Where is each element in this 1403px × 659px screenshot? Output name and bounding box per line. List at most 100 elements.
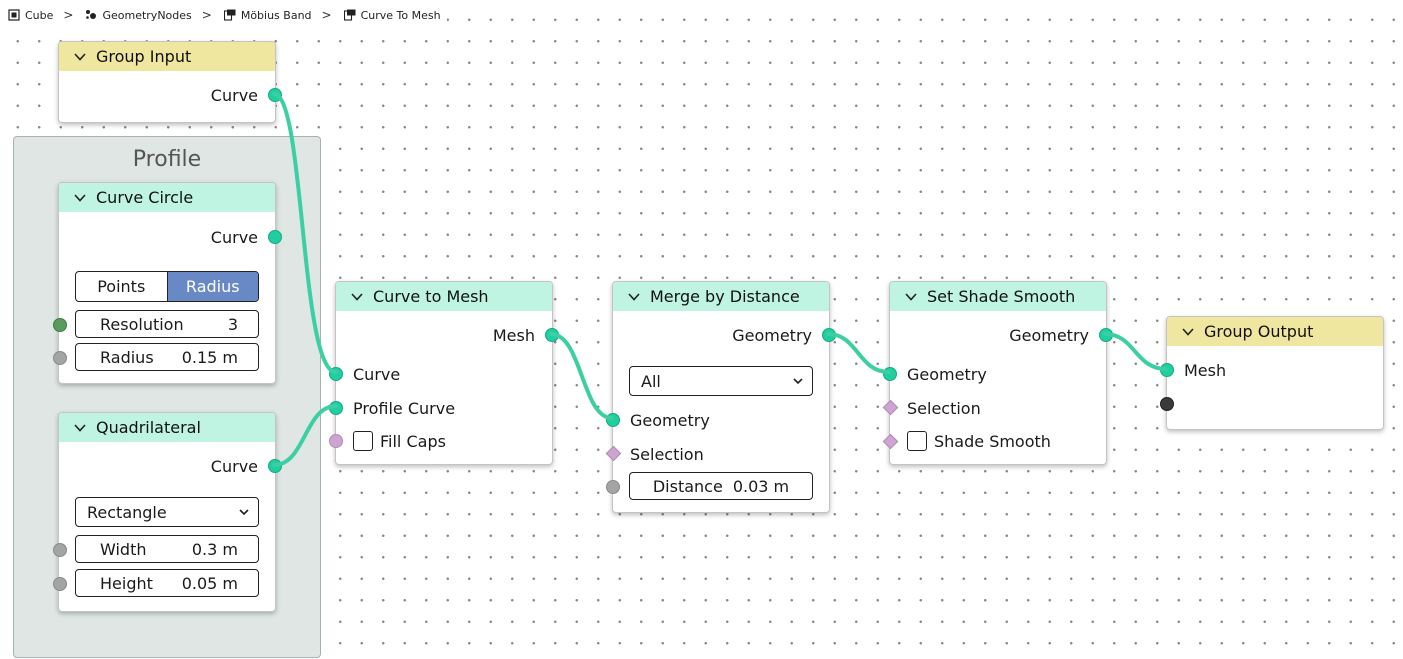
breadcrumb-item-modifier[interactable]: GeometryNodes — [85, 8, 192, 22]
breadcrumb-item-node-group[interactable]: Möbius Band — [223, 8, 312, 22]
chevron-down-icon — [239, 509, 249, 516]
height-field[interactable]: Height 0.05 m — [75, 569, 259, 597]
input-socket-width[interactable] — [53, 543, 67, 557]
field-label: Resolution — [100, 314, 184, 334]
output-socket-geometry[interactable] — [1099, 328, 1113, 342]
breadcrumb-item-current[interactable]: Curve To Mesh — [343, 8, 441, 22]
mode-points-button[interactable]: Points — [76, 272, 167, 301]
input-socket-empty[interactable] — [1160, 397, 1174, 411]
node-title: Set Shade Smooth — [927, 287, 1076, 306]
chevron-down-icon[interactable] — [73, 421, 87, 435]
output-socket-curve[interactable] — [268, 88, 282, 102]
node-title: Curve Circle — [96, 188, 194, 207]
socket-label: Geometry — [907, 364, 987, 384]
mode-radius-button[interactable]: Radius — [166, 272, 258, 301]
input-socket-radius[interactable] — [53, 351, 67, 365]
field-value: 0.03 m — [732, 476, 790, 496]
node-header[interactable]: Group Output — [1167, 317, 1383, 346]
chevron-down-icon[interactable] — [350, 290, 364, 304]
node-header[interactable]: Group Input — [59, 42, 275, 71]
chevron-down-icon[interactable] — [1181, 325, 1195, 339]
width-field[interactable]: Width 0.3 m — [75, 535, 259, 563]
node-title: Group Output — [1204, 322, 1314, 341]
fill-caps-checkbox[interactable] — [353, 431, 373, 451]
chevron-down-icon[interactable] — [904, 290, 918, 304]
breadcrumb-label: Möbius Band — [240, 8, 312, 22]
node-title: Group Input — [96, 47, 192, 66]
node-title: Merge by Distance — [650, 287, 800, 306]
field-value: 0.15 m — [181, 347, 238, 367]
field-value: 3 — [227, 314, 238, 334]
input-row: Fill Caps — [336, 428, 552, 454]
link-geometry-to-shade — [826, 332, 891, 374]
node-title: Curve to Mesh — [373, 287, 489, 306]
input-socket-distance[interactable] — [606, 480, 620, 494]
node-header[interactable]: Quadrilateral — [59, 413, 275, 442]
socket-label: Profile Curve — [353, 398, 456, 418]
group-input-node[interactable]: Group Input Curve — [58, 41, 282, 123]
curve-to-mesh-node[interactable]: Curve to Mesh Mesh Curve Profile Curve F… — [329, 281, 559, 465]
chevron-down-icon[interactable] — [73, 191, 87, 205]
node-header[interactable]: Curve Circle — [59, 183, 275, 212]
node-header[interactable]: Merge by Distance — [613, 282, 829, 311]
socket-label: Curve — [210, 456, 258, 476]
shade-smooth-checkbox[interactable] — [907, 431, 927, 451]
mode-dropdown[interactable]: Rectangle — [75, 497, 259, 527]
input-row: Selection — [890, 395, 1106, 421]
field-value: 0.3 m — [191, 539, 238, 559]
group-output-node[interactable]: Group Output Mesh — [1160, 316, 1384, 430]
frame-label: Profile — [132, 147, 202, 172]
set-shade-smooth-node[interactable]: Set Shade Smooth Geometry Geometry Selec… — [882, 281, 1113, 465]
input-row: Geometry — [613, 407, 829, 433]
breadcrumb-label: Curve To Mesh — [360, 8, 441, 22]
output-row: Mesh — [336, 322, 552, 348]
dropdown-value: Rectangle — [87, 502, 167, 522]
curve-circle-node[interactable]: Curve Circle Curve Points Radius Resolut… — [53, 182, 282, 384]
radius-field[interactable]: Radius 0.15 m — [75, 343, 259, 371]
quadrilateral-node[interactable]: Quadrilateral Curve Rectangle Width 0.3 … — [53, 412, 282, 612]
node-header[interactable]: Set Shade Smooth — [890, 282, 1106, 311]
socket-label: Selection — [630, 444, 704, 464]
breadcrumb-label: GeometryNodes — [102, 8, 192, 22]
output-row: Geometry — [613, 322, 829, 348]
socket-label: Geometry — [1009, 325, 1089, 345]
socket-label: Geometry — [630, 410, 710, 430]
input-row: Curve — [336, 361, 552, 387]
socket-label: Shade Smooth — [934, 431, 1051, 451]
chevron-down-icon[interactable] — [627, 290, 641, 304]
chevron-right-icon: > — [201, 8, 212, 22]
socket-label: Mesh — [492, 325, 535, 345]
node-tree-icon — [343, 9, 356, 21]
breadcrumb-item-object[interactable]: Cube — [8, 9, 53, 22]
input-row: Profile Curve — [336, 395, 552, 421]
node-header[interactable]: Curve to Mesh — [336, 282, 552, 311]
input-row: Shade Smooth — [890, 428, 1106, 454]
socket-label: Curve — [353, 364, 401, 384]
input-socket-height[interactable] — [53, 577, 67, 591]
breadcrumb-label: Cube — [25, 8, 54, 22]
output-socket-geometry[interactable] — [822, 328, 836, 342]
breadcrumb: Cube > GeometryNodes > Möbius Band > Cur… — [8, 6, 447, 24]
output-row: Curve — [59, 224, 275, 250]
socket-label: Fill Caps — [380, 431, 446, 451]
socket-label: Curve — [210, 85, 258, 105]
field-label: Radius — [100, 347, 154, 367]
socket-label: Selection — [907, 398, 981, 418]
field-label: Height — [100, 573, 153, 593]
output-socket-curve[interactable] — [268, 459, 282, 473]
link-mesh-to-geometry — [549, 332, 614, 420]
merge-by-distance-node[interactable]: Merge by Distance Geometry All Geometry … — [605, 281, 836, 513]
output-socket-mesh[interactable] — [545, 328, 559, 342]
input-row: Selection — [613, 441, 829, 467]
distance-field[interactable]: Distance 0.03 m — [629, 472, 813, 500]
dropdown-value: All — [641, 371, 661, 391]
node-title: Quadrilateral — [96, 418, 201, 437]
input-socket-resolution[interactable] — [53, 318, 67, 332]
mode-dropdown[interactable]: All — [629, 366, 813, 396]
chevron-right-icon: > — [321, 8, 332, 22]
field-label: Width — [100, 539, 147, 559]
chevron-down-icon[interactable] — [73, 50, 87, 64]
resolution-field[interactable]: Resolution 3 — [75, 310, 259, 338]
output-socket-curve[interactable] — [268, 230, 282, 244]
mode-toggle[interactable]: Points Radius — [75, 271, 259, 302]
